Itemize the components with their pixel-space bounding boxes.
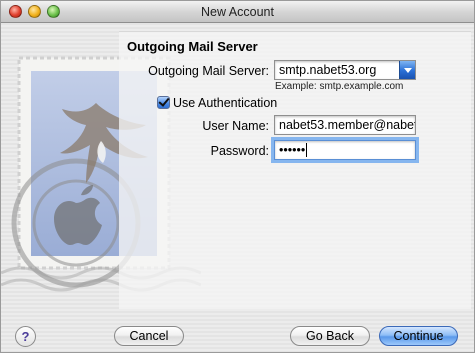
password-label: Password: (210, 144, 269, 158)
continue-button[interactable]: Continue (379, 326, 458, 346)
text-cursor (306, 143, 308, 157)
user-name-value: nabet53.member@nabet53. (279, 118, 416, 132)
outgoing-server-example: Example: smtp.example.com (275, 81, 404, 92)
password-field[interactable]: •••••• (274, 140, 416, 160)
outgoing-server-value: smtp.nabet53.org (279, 63, 377, 77)
title-bar: New Account (1, 1, 474, 23)
section-title: Outgoing Mail Server (127, 39, 258, 54)
user-name-label: User Name: (202, 119, 269, 133)
help-button[interactable]: ? (15, 326, 36, 347)
cancel-button[interactable]: Cancel (114, 326, 184, 346)
outgoing-server-combobox[interactable]: smtp.nabet53.org (274, 60, 416, 80)
use-authentication-checkbox[interactable] (157, 96, 170, 109)
password-value: •••••• (279, 143, 306, 157)
use-authentication-label[interactable]: Use Authentication (173, 96, 277, 110)
user-name-field[interactable]: nabet53.member@nabet53. (274, 115, 416, 135)
chevron-down-icon[interactable] (399, 61, 415, 79)
new-account-window: New Account Outgoing Mail Server Outgoin… (0, 0, 475, 353)
window-title: New Account (201, 5, 274, 19)
go-back-button[interactable]: Go Back (290, 326, 370, 346)
outgoing-server-label: Outgoing Mail Server: (148, 64, 269, 78)
